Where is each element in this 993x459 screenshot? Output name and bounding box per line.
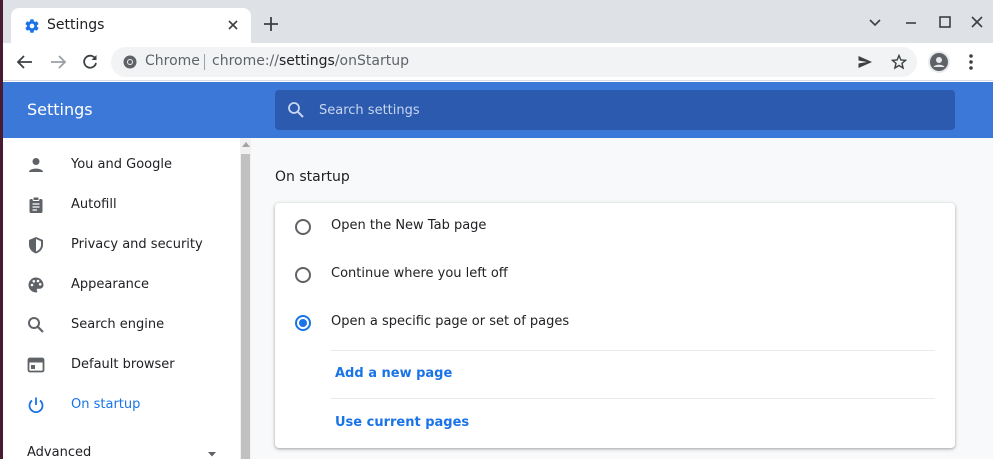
main-content: On startup Open the New Tab page Continu… bbox=[251, 138, 993, 459]
radio-button[interactable] bbox=[295, 219, 311, 235]
search-box[interactable] bbox=[275, 90, 955, 130]
divider bbox=[331, 350, 935, 351]
search-input[interactable] bbox=[319, 90, 939, 130]
startup-option-continue[interactable]: Continue where you left off bbox=[275, 251, 955, 299]
radio-button[interactable] bbox=[295, 267, 311, 283]
star-icon[interactable] bbox=[891, 54, 907, 70]
sidebar-item-appearance[interactable]: Appearance bbox=[3, 265, 239, 305]
search-icon bbox=[28, 317, 44, 333]
url-scheme: chrome:// bbox=[212, 53, 279, 69]
option-label: Open the New Tab page bbox=[331, 218, 487, 233]
sidebar: You and Google Autofill Privacy and secu… bbox=[3, 138, 251, 459]
sidebar-item-label: Default browser bbox=[71, 357, 175, 372]
use-current-pages-link[interactable]: Use current pages bbox=[335, 415, 469, 430]
startup-option-new-tab[interactable]: Open the New Tab page bbox=[275, 203, 955, 251]
divider bbox=[331, 398, 935, 399]
gear-icon bbox=[25, 19, 39, 33]
sidebar-item-privacy[interactable]: Privacy and security bbox=[3, 225, 239, 265]
sidebar-advanced-label: Advanced bbox=[27, 445, 92, 459]
power-icon bbox=[28, 397, 44, 414]
more-vert-icon[interactable] bbox=[963, 52, 979, 72]
sidebar-item-on-startup[interactable]: On startup bbox=[3, 385, 239, 425]
option-label: Continue where you left off bbox=[331, 266, 508, 281]
sidebar-item-autofill[interactable]: Autofill bbox=[3, 185, 239, 225]
sidebar-item-advanced[interactable]: Advanced bbox=[3, 433, 239, 459]
chevron-down-icon[interactable] bbox=[867, 14, 883, 30]
url-path: /onStartup bbox=[334, 53, 409, 69]
sidebar-item-you-and-google[interactable]: You and Google bbox=[3, 145, 239, 185]
search-icon bbox=[288, 102, 304, 118]
sidebar-item-search-engine[interactable]: Search engine bbox=[3, 305, 239, 345]
sidebar-item-label: Appearance bbox=[71, 277, 150, 292]
scroll-up-arrow-icon[interactable] bbox=[242, 142, 250, 147]
maximize-icon[interactable] bbox=[937, 14, 953, 30]
url-host: settings bbox=[279, 53, 335, 69]
scrollbar-thumb[interactable] bbox=[241, 154, 250, 459]
sidebar-item-label: Privacy and security bbox=[71, 237, 203, 252]
profile-avatar[interactable] bbox=[928, 51, 950, 73]
forward-arrow-icon[interactable] bbox=[48, 52, 68, 72]
sidebar-scrollbar[interactable] bbox=[240, 138, 251, 459]
omnibox-separator bbox=[204, 54, 205, 70]
sidebar-item-label: Search engine bbox=[71, 317, 165, 332]
back-arrow-icon[interactable] bbox=[15, 52, 35, 72]
sidebar-item-label: You and Google bbox=[71, 157, 172, 172]
shield-icon bbox=[29, 237, 43, 254]
new-tab-button[interactable] bbox=[262, 15, 280, 33]
url-text: chrome://settings/onStartup bbox=[212, 53, 409, 69]
address-bar[interactable]: Chrome chrome://settings/onStartup bbox=[111, 47, 917, 77]
tab-title: Settings bbox=[47, 17, 105, 33]
settings-header: Settings bbox=[3, 82, 993, 138]
add-new-page-link[interactable]: Add a new page bbox=[335, 366, 452, 381]
person-icon bbox=[930, 53, 948, 71]
send-icon[interactable] bbox=[857, 54, 873, 70]
startup-card: Open the New Tab page Continue where you… bbox=[275, 203, 955, 448]
person-icon bbox=[29, 158, 43, 172]
tab-strip: Settings bbox=[3, 0, 993, 43]
close-icon[interactable] bbox=[225, 17, 241, 33]
startup-option-specific-pages[interactable]: Open a specific page or set of pages bbox=[275, 299, 955, 347]
toolbar: Chrome chrome://settings/onStartup bbox=[3, 43, 993, 81]
close-window-icon[interactable] bbox=[969, 14, 985, 30]
caret-down-icon bbox=[208, 452, 216, 457]
option-label: Open a specific page or set of pages bbox=[331, 314, 570, 329]
reload-icon[interactable] bbox=[80, 52, 100, 72]
browser-window: Settings Chrome chrome://settings/onStar… bbox=[3, 0, 993, 459]
site-label: Chrome bbox=[145, 53, 200, 69]
sidebar-item-label: Autofill bbox=[71, 197, 117, 212]
section-title: On startup bbox=[275, 169, 350, 185]
tab-settings[interactable]: Settings bbox=[11, 8, 251, 43]
palette-icon bbox=[28, 277, 44, 293]
browser-icon bbox=[27, 357, 45, 373]
page-title: Settings bbox=[27, 100, 93, 119]
radio-button-checked[interactable] bbox=[295, 315, 311, 331]
chrome-logo-icon bbox=[123, 55, 137, 69]
minimize-icon[interactable] bbox=[903, 14, 919, 30]
sidebar-item-default-browser[interactable]: Default browser bbox=[3, 345, 239, 385]
clipboard-icon bbox=[29, 196, 43, 213]
sidebar-item-label: On startup bbox=[71, 397, 141, 412]
